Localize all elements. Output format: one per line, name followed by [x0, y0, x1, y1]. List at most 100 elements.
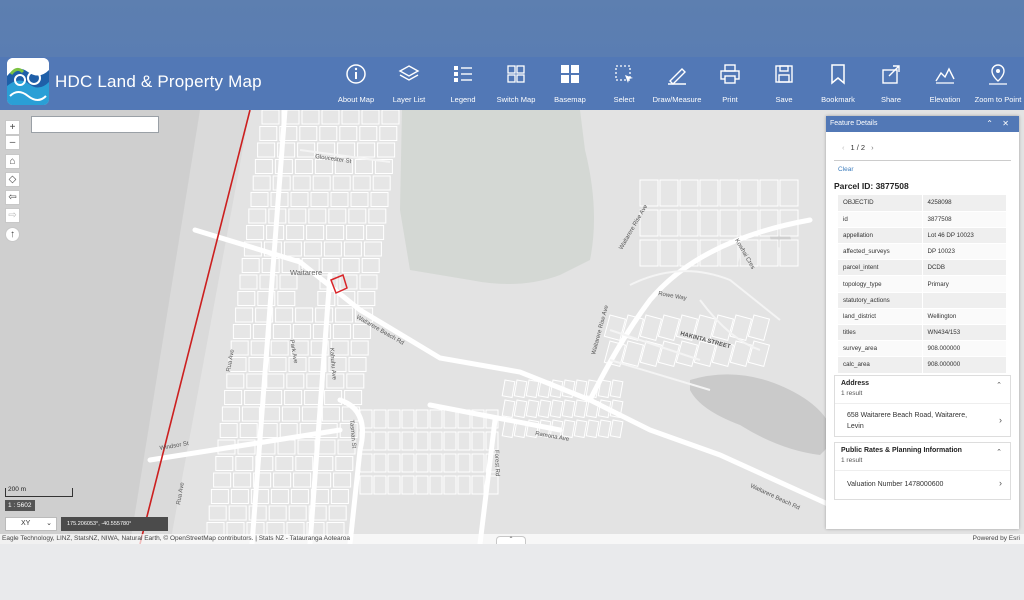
zoom-out-button[interactable]: – [5, 135, 20, 150]
feature-pager: ‹ 1 / 2 › [836, 143, 880, 152]
next-extent-icon[interactable]: ⇨ [5, 208, 20, 223]
save-icon [775, 65, 793, 83]
attribute-table: OBJECTID 4258098 id 3877508 appellation Lot 4… [838, 195, 1006, 374]
scale-bar: 200 m [5, 486, 73, 497]
tool-label: Layer List [392, 95, 426, 104]
attribution-text: Eagle Technology, LINZ, StatsNZ, NIWA, N… [2, 535, 351, 542]
coordinate-readout: 175.206053°, -40.555780° [61, 517, 168, 531]
tool-label: Zoom to Point [974, 95, 1022, 104]
attribute-key: land_district [838, 308, 923, 326]
powered-by-esri[interactable]: Powered by Esri [973, 534, 1020, 544]
attribute-row: titles WN434/153 [838, 324, 1006, 342]
legend-icon [454, 66, 472, 82]
chevron-up-icon[interactable]: ⌃ [996, 381, 1002, 389]
tool-label: Select [613, 95, 635, 104]
tool-label: Print [722, 95, 738, 104]
tool-layer-list[interactable]: Layer List [379, 63, 439, 107]
clear-link[interactable]: Clear [838, 166, 854, 173]
rates-section: Public Rates & Planning Information 1 re… [834, 442, 1011, 500]
chevron-right-icon[interactable]: › [999, 415, 1002, 425]
attribute-row: statutory_actions [838, 292, 1006, 309]
attribute-value: 908.000000 [922, 356, 1006, 374]
tool-elevation[interactable]: Elevation [915, 63, 975, 107]
attribute-value: DCDB [922, 259, 1006, 277]
attribute-key: survey_area [838, 340, 923, 358]
rates-title: Public Rates & Planning Information [841, 447, 962, 454]
elevation-icon [935, 67, 955, 84]
attribute-row: parcel_intent DCDB [838, 259, 1006, 277]
address-section: Address 1 result ⌃ 658 Waitarere Beach R… [834, 375, 1011, 437]
switch-map-icon [507, 65, 525, 83]
expand-bottom-panel-button[interactable]: ⌃ [496, 536, 526, 544]
tool-switch-map[interactable]: Switch Map [486, 63, 546, 107]
zoom-in-button[interactable]: + [5, 120, 20, 135]
attribute-value: WN434/153 [922, 324, 1006, 342]
tool-label: Save [775, 95, 793, 104]
attribute-value: 3877508 [922, 211, 1006, 228]
tool-zoom-to-point[interactable]: Zoom to Point [968, 63, 1024, 107]
attribute-value: Primary [922, 275, 1006, 293]
tool-select[interactable]: Select [594, 63, 654, 107]
address-title: Address [841, 380, 870, 387]
attribute-value: 908.000000 [922, 340, 1006, 358]
rates-result[interactable]: Valuation Number 1478000600 [847, 479, 943, 490]
attribute-row: topology_type Primary [838, 275, 1006, 293]
tool-basemap[interactable]: Basemap [540, 63, 600, 107]
tool-label: Bookmark [821, 95, 855, 104]
tool-about-map[interactable]: About Map [326, 63, 386, 107]
chevron-down-icon: ⌄ [46, 520, 52, 527]
attribute-key: titles [838, 324, 923, 342]
next-feature-icon[interactable]: › [871, 143, 874, 152]
tool-label: About Map [337, 95, 375, 104]
hdc-logo [7, 58, 49, 105]
background-blur-bottom [0, 544, 1024, 600]
info-icon [346, 64, 366, 84]
tool-bookmark[interactable]: Bookmark [808, 63, 868, 107]
attribute-value: 4258098 [922, 195, 1006, 212]
chevron-right-icon[interactable]: › [999, 478, 1002, 488]
home-icon[interactable]: ⌂ [5, 154, 20, 169]
tool-legend[interactable]: Legend [433, 63, 493, 107]
map-search-input[interactable] [31, 116, 159, 133]
address-result[interactable]: 658 Waitarere Beach Road, Waitarere, Lev… [847, 410, 967, 432]
attribute-value: DP 10023 [922, 243, 1006, 261]
attribute-row: OBJECTID 4258098 [838, 195, 1006, 212]
compass-icon[interactable]: ↑ [5, 227, 20, 242]
attribute-key: parcel_intent [838, 259, 923, 277]
attribute-key: appellation [838, 227, 923, 245]
tool-save[interactable]: Save [754, 63, 814, 107]
label-forest-rd: Forest Rd [493, 450, 500, 477]
attribute-key: affected_surveys [838, 243, 923, 261]
tool-label: Switch Map [496, 95, 536, 104]
previous-extent-icon[interactable]: ⇦ [5, 190, 20, 205]
app-header: HDC Land & Property Map About Map Layer L… [0, 57, 1024, 110]
label-waitarere: Waitarere [290, 268, 322, 277]
tool-label: Share [880, 95, 901, 104]
attribute-value: Wellington [922, 308, 1006, 326]
tool-label: Basemap [554, 95, 586, 104]
address-count: 1 result [841, 390, 863, 397]
attribute-key: calc_area [838, 356, 923, 374]
panel-title: Feature Details [830, 120, 878, 127]
prev-feature-icon[interactable]: ‹ [842, 143, 845, 152]
attribute-key: OBJECTID [838, 195, 923, 212]
locate-icon[interactable]: ◇ [5, 172, 20, 187]
draw-icon [668, 68, 686, 85]
attribute-key: statutory_actions [838, 292, 923, 309]
tool-print[interactable]: Print [700, 63, 760, 107]
coordinate-widget: XY ⌄ 175.206053°, -40.555780° [5, 517, 168, 531]
tool-draw-measure[interactable]: Draw/Measure [647, 63, 707, 107]
label-rowe-way: Rowe Way [658, 291, 687, 302]
attribute-row: calc_area 908.000000 [838, 356, 1006, 374]
feature-details-panel: Feature Details ⌃ ✕ ‹ 1 / 2 › Clear Parcel… [826, 116, 1019, 529]
rates-count: 1 result [841, 457, 863, 464]
collapse-icon[interactable]: ⌃ [986, 116, 993, 132]
attribute-key: topology_type [838, 275, 923, 293]
layers-icon [398, 65, 420, 81]
coordinate-system-select[interactable]: XY ⌄ [5, 517, 57, 531]
tool-share[interactable]: Share [861, 63, 921, 107]
close-icon[interactable]: ✕ [1002, 116, 1009, 132]
chevron-up-icon[interactable]: ⌃ [996, 448, 1002, 456]
bookmark-icon [831, 64, 845, 85]
attribute-row: affected_surveys DP 10023 [838, 243, 1006, 261]
